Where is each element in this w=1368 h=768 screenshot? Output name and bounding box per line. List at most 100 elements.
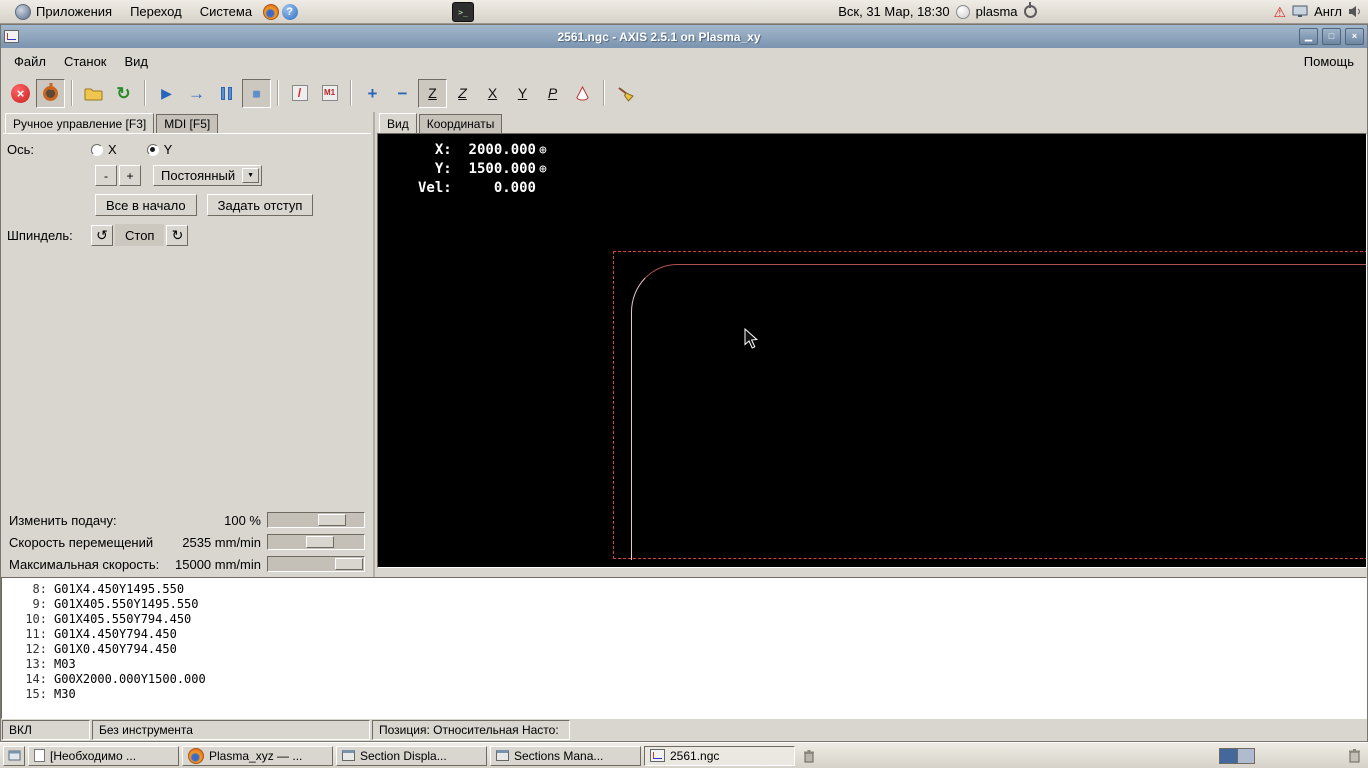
user-name[interactable]: plasma (976, 4, 1018, 19)
axis-x-radio[interactable]: X (91, 142, 117, 157)
trash-applet[interactable] (798, 746, 820, 766)
gcode-line[interactable]: 12:G01X0.450Y794.450 (2, 642, 1366, 657)
menu-help[interactable]: Помощь (1295, 52, 1363, 71)
zoom-in-button[interactable]: + (358, 79, 387, 108)
home-all-button[interactable]: Все в начало (95, 194, 197, 216)
skip-lines-button[interactable]: / (285, 79, 314, 108)
applications-menu[interactable]: Приложения (6, 0, 120, 23)
keyboard-layout-indicator[interactable]: Англ (1314, 4, 1342, 19)
optional-stop-button[interactable]: M1 (315, 79, 344, 108)
maximize-button[interactable]: □ (1322, 28, 1341, 45)
system-menu[interactable]: Система (192, 0, 260, 23)
feed-override-slider-handle[interactable] (318, 514, 346, 526)
view-side-button[interactable]: X (478, 79, 507, 108)
reload-file-button[interactable]: ↻ (109, 79, 138, 108)
gcode-line-number: 15: (2, 687, 54, 702)
jog-speed-slider[interactable] (267, 534, 365, 550)
chevron-down-icon: ▼ (242, 168, 259, 183)
skip-lines-icon: / (292, 85, 308, 101)
workspace-switcher[interactable] (1219, 748, 1255, 764)
backplot-canvas[interactable]: X: 2000.000⊕ Y: 1500.000⊕ Vel: 0.000 (377, 133, 1367, 568)
menu-machine[interactable]: Станок (55, 52, 116, 71)
jog-plus-button[interactable]: + (119, 165, 141, 186)
pause-button[interactable] (212, 79, 241, 108)
step-button[interactable]: → (182, 79, 211, 108)
clear-plot-button[interactable] (611, 79, 640, 108)
shutdown-icon[interactable] (1024, 5, 1037, 18)
tab-manual-control[interactable]: Ручное управление [F3] (5, 113, 154, 133)
gcode-line[interactable]: 13:M03 (2, 657, 1366, 672)
places-menu[interactable]: Переход (122, 0, 190, 23)
taskbar-item-section-display[interactable]: Section Displa... (336, 746, 487, 766)
gcode-line[interactable]: 15:M30 (2, 687, 1366, 702)
trash-icon[interactable] (1348, 748, 1361, 763)
firefox-launcher-icon[interactable] (262, 3, 279, 20)
clear-plot-broom-icon (616, 85, 635, 102)
optional-stop-icon: M1 (322, 85, 338, 101)
machine-power-button[interactable] (36, 79, 65, 108)
display-icon[interactable] (1292, 5, 1308, 18)
max-velocity-slider[interactable] (267, 556, 365, 572)
tab-dro[interactable]: Координаты (419, 114, 503, 133)
rotate-view-button[interactable] (568, 79, 597, 108)
user-icon (956, 5, 970, 19)
tab-preview[interactable]: Вид (379, 113, 417, 133)
help-launcher-icon[interactable]: ? (281, 3, 298, 20)
gcode-line-text: G01X405.550Y794.450 (54, 612, 191, 627)
gcode-line[interactable]: 10:G01X405.550Y794.450 (2, 612, 1366, 627)
close-button[interactable]: × (1345, 28, 1364, 45)
volume-icon[interactable] (1348, 5, 1362, 18)
manual-control-panel: Ручное управление [F3] MDI [F5] Ось: X Y (1, 112, 375, 577)
taskbar-item-document[interactable]: [Необходимо ... (28, 746, 179, 766)
workspace-1[interactable] (1220, 749, 1237, 763)
gcode-line-text: G01X4.450Y794.450 (54, 627, 177, 642)
menu-file[interactable]: Файл (5, 52, 55, 71)
workspace-2[interactable] (1237, 749, 1254, 763)
zoom-out-button[interactable]: − (388, 79, 417, 108)
gcode-listing[interactable]: 8:G01X4.450Y1495.550 9:G01X405.550Y1495.… (1, 577, 1367, 719)
touch-off-button[interactable]: Задать отступ (207, 194, 314, 216)
warning-icon[interactable]: ⚠ (1274, 5, 1287, 19)
firefox-icon (188, 748, 204, 764)
taskbar-item-label: Plasma_xyz — ... (209, 749, 302, 763)
open-file-button[interactable] (79, 79, 108, 108)
spindle-stop-button[interactable]: Стоп (115, 224, 164, 246)
stop-button[interactable]: ■ (242, 79, 271, 108)
terminal-window-icon[interactable]: >_ (452, 2, 474, 22)
system-menu-label: Система (200, 4, 252, 19)
clock[interactable]: Вск, 31 Мар, 18:30 (838, 4, 949, 19)
panel-spacer (7, 254, 367, 509)
show-desktop-button[interactable] (3, 746, 25, 766)
menu-view[interactable]: Вид (116, 52, 158, 71)
gcode-line-text: G00X2000.000Y1500.000 (54, 672, 206, 687)
gcode-line[interactable]: 14:G00X2000.000Y1500.000 (2, 672, 1366, 687)
taskbar-item-axis[interactable]: 2561.ngc (644, 746, 795, 766)
jog-increment-select[interactable]: Постоянный ▼ (153, 165, 262, 186)
max-velocity-slider-handle[interactable] (335, 558, 363, 570)
gcode-line[interactable]: 8:G01X4.450Y1495.550 (2, 582, 1366, 597)
gcode-line-number: 12: (2, 642, 54, 657)
window-icon (342, 750, 355, 761)
jog-speed-slider-handle[interactable] (306, 536, 334, 548)
taskbar-item-firefox[interactable]: Plasma_xyz — ... (182, 746, 333, 766)
gcode-line[interactable]: 11:G01X4.450Y794.450 (2, 627, 1366, 642)
view-rotated-top-button[interactable]: Z (448, 79, 477, 108)
view-perspective-button[interactable]: P (538, 79, 567, 108)
gcode-line-text: M30 (54, 687, 76, 702)
spindle-cw-button[interactable]: ↻ (166, 225, 188, 246)
view-top-button[interactable]: Z (418, 79, 447, 108)
estop-button[interactable]: × (6, 79, 35, 108)
feed-override-slider[interactable] (267, 512, 365, 528)
minimize-button[interactable]: ▁ (1299, 28, 1318, 45)
axis-y-radio[interactable]: Y (147, 142, 173, 157)
axis-window-icon (4, 30, 19, 43)
applications-menu-label: Приложения (36, 4, 112, 19)
run-button[interactable]: ▶ (152, 79, 181, 108)
titlebar[interactable]: 2561.ngc - AXIS 2.5.1 on Plasma_xy ▁ □ × (1, 25, 1367, 48)
gcode-line[interactable]: 9:G01X405.550Y1495.550 (2, 597, 1366, 612)
view-front-button[interactable]: Y (508, 79, 537, 108)
taskbar-item-sections-manager[interactable]: Sections Mana... (490, 746, 641, 766)
spindle-ccw-button[interactable]: ↺ (91, 225, 113, 246)
tab-mdi[interactable]: MDI [F5] (156, 114, 218, 133)
jog-minus-button[interactable]: - (95, 165, 117, 186)
